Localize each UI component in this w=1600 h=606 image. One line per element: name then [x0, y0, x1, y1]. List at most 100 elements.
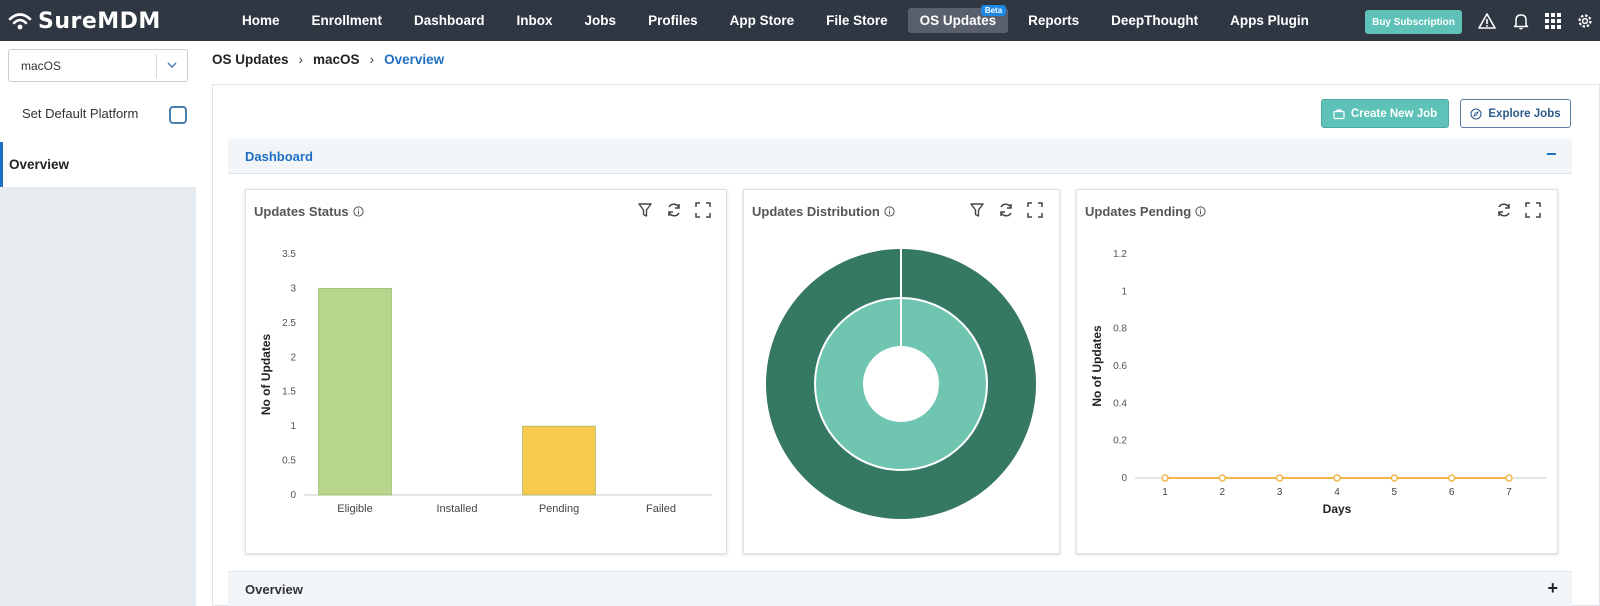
nav-dashboard-label: Dashboard [414, 13, 485, 28]
x-tick-label: 4 [1334, 487, 1340, 498]
top-navigation-bar: SureMDM Home Enrollment Dashboard Inbox … [0, 0, 1600, 41]
overview-section-header[interactable]: Overview + [228, 571, 1572, 606]
data-point [1505, 474, 1513, 482]
y-tick-label: 0.2 [1113, 436, 1127, 447]
nav-home-label: Home [242, 13, 280, 28]
create-new-job-button[interactable]: Create New Job [1321, 99, 1449, 128]
x-axis-label: Days [1323, 502, 1352, 516]
apps-grid-icon[interactable] [1544, 12, 1562, 30]
chevron-down-icon [167, 62, 177, 69]
nav-apps-plugin-label: Apps Plugin [1230, 13, 1309, 28]
breadcrumb-macos[interactable]: macOS [313, 52, 360, 67]
compass-icon [1470, 107, 1482, 120]
sidebar-platform-area: macOS Set Default Platform [0, 41, 196, 142]
y-axis-label: No of Updates [1090, 325, 1104, 407]
nav-profiles-label: Profiles [648, 13, 698, 28]
expand-icon[interactable]: + [1547, 578, 1558, 599]
explore-jobs-label: Explore Jobs [1488, 107, 1561, 120]
dashboard-section-title: Dashboard [245, 148, 313, 164]
updates-pending-line-chart: 0 0.2 0.4 0.6 0.8 1 1.2 No of Updates 1 2 3 4 5 6 7 Day… [1090, 249, 1547, 516]
platform-select[interactable]: macOS [8, 49, 188, 82]
updates-status-bar-chart: 0 0.5 1 1.5 2 2.5 3 3.5 No of Updates Eligible Ins… [259, 249, 712, 515]
data-point [1333, 474, 1341, 482]
y-tick-label: 0 [290, 490, 296, 501]
y-tick-label: 0.8 [1113, 324, 1127, 335]
nav-deepthought-label: DeepThought [1111, 13, 1199, 28]
nav-app-store[interactable]: App Store [718, 8, 807, 33]
y-tick-label: 3.5 [282, 249, 296, 260]
sidebar: macOS Set Default Platform Overview [0, 41, 196, 606]
breadcrumb-separator-icon: › [298, 52, 304, 67]
nav-file-store-label: File Store [826, 13, 888, 28]
buy-subscription-button[interactable]: Buy Subscription [1365, 10, 1462, 34]
data-point [1275, 474, 1284, 482]
x-tick-label: 2 [1220, 487, 1226, 498]
set-default-platform-label: Set Default Platform [22, 106, 139, 121]
y-tick-label: 0.4 [1113, 398, 1127, 409]
bar-pending [522, 425, 596, 496]
create-new-job-label: Create New Job [1350, 107, 1438, 120]
y-tick-label: 1 [290, 421, 296, 432]
y-tick-label: 1 [1121, 286, 1127, 297]
bell-icon[interactable] [1512, 12, 1530, 30]
y-tick-label: 0.6 [1113, 361, 1127, 372]
set-default-platform-checkbox[interactable] [169, 106, 187, 124]
breadcrumb: OS Updates › macOS › Overview [212, 52, 444, 67]
data-point [1390, 474, 1399, 482]
beta-badge: Beta [980, 5, 1007, 16]
y-axis-label: No of Updates [259, 334, 273, 416]
x-tick-label: 1 [1162, 487, 1168, 498]
updates-status-card: Updates Status 0 0.5 1 1.5 2 2.5 3 3.5 No of Upd… [245, 189, 727, 554]
sidebar-item-overview[interactable]: Overview [0, 142, 196, 187]
explore-jobs-button[interactable]: Explore Jobs [1460, 99, 1571, 128]
nav-apps-plugin[interactable]: Apps Plugin [1218, 8, 1321, 33]
updates-distribution-donut-chart [766, 249, 1036, 519]
x-tick-label: Pending [539, 503, 579, 515]
data-point [1218, 474, 1227, 482]
nav-deepthought[interactable]: DeepThought [1099, 8, 1210, 33]
y-tick-label: 1.5 [282, 387, 296, 398]
collapse-icon[interactable]: − [1546, 145, 1558, 163]
bar-eligible [318, 288, 392, 496]
nav-file-store[interactable]: File Store [814, 8, 900, 33]
gear-icon[interactable] [1576, 12, 1594, 30]
nav-jobs-label: Jobs [584, 13, 617, 28]
briefcase-icon [1333, 108, 1345, 119]
overview-section-title: Overview [245, 581, 303, 597]
alert-icon[interactable] [1478, 12, 1496, 30]
nav-profiles[interactable]: Profiles [636, 8, 710, 33]
wifi-logo-icon [8, 13, 32, 30]
nav-enrollment-label: Enrollment [311, 13, 383, 28]
y-tick-label: 2.5 [282, 318, 296, 329]
y-tick-label: 3 [290, 283, 296, 294]
suremdm-logo[interactable]: SureMDM [8, 8, 161, 34]
data-point [1447, 474, 1456, 482]
nav-inbox[interactable]: Inbox [505, 8, 565, 33]
nav-os-updates[interactable]: OS Updates Beta [907, 5, 1009, 33]
x-tick-label: Installed [437, 503, 478, 515]
data-point [1161, 474, 1169, 482]
nav-home[interactable]: Home [230, 8, 292, 33]
x-tick-label: 6 [1449, 487, 1455, 498]
updates-pending-card: Updates Pending 0 0.2 0.4 0.6 0.8 1 1.2 No of U… [1076, 189, 1558, 554]
nav-enrollment[interactable]: Enrollment [300, 8, 395, 33]
x-tick-label: Failed [646, 503, 676, 515]
x-tick-label: Eligible [337, 503, 372, 515]
sidebar-item-overview-label: Overview [9, 157, 70, 172]
x-tick-label: 5 [1392, 487, 1398, 498]
y-tick-label: 2 [290, 352, 296, 363]
updates-distribution-card: Updates Distribution [743, 189, 1060, 554]
nav-reports[interactable]: Reports [1016, 8, 1091, 33]
y-tick-label: 1.2 [1113, 249, 1127, 260]
select-divider [156, 54, 157, 78]
breadcrumb-separator-icon: › [369, 52, 375, 67]
breadcrumb-os-updates[interactable]: OS Updates [212, 52, 289, 67]
breadcrumb-overview: Overview [384, 52, 445, 67]
nav-jobs[interactable]: Jobs [573, 8, 629, 33]
nav-app-store-label: App Store [729, 13, 795, 28]
donut-hole [863, 346, 939, 422]
x-tick-label: 3 [1277, 487, 1283, 498]
dashboard-section-header[interactable]: Dashboard − [228, 139, 1572, 174]
main-nav: Home Enrollment Dashboard Inbox Jobs Pro… [230, 0, 1329, 41]
nav-dashboard[interactable]: Dashboard [402, 8, 497, 33]
